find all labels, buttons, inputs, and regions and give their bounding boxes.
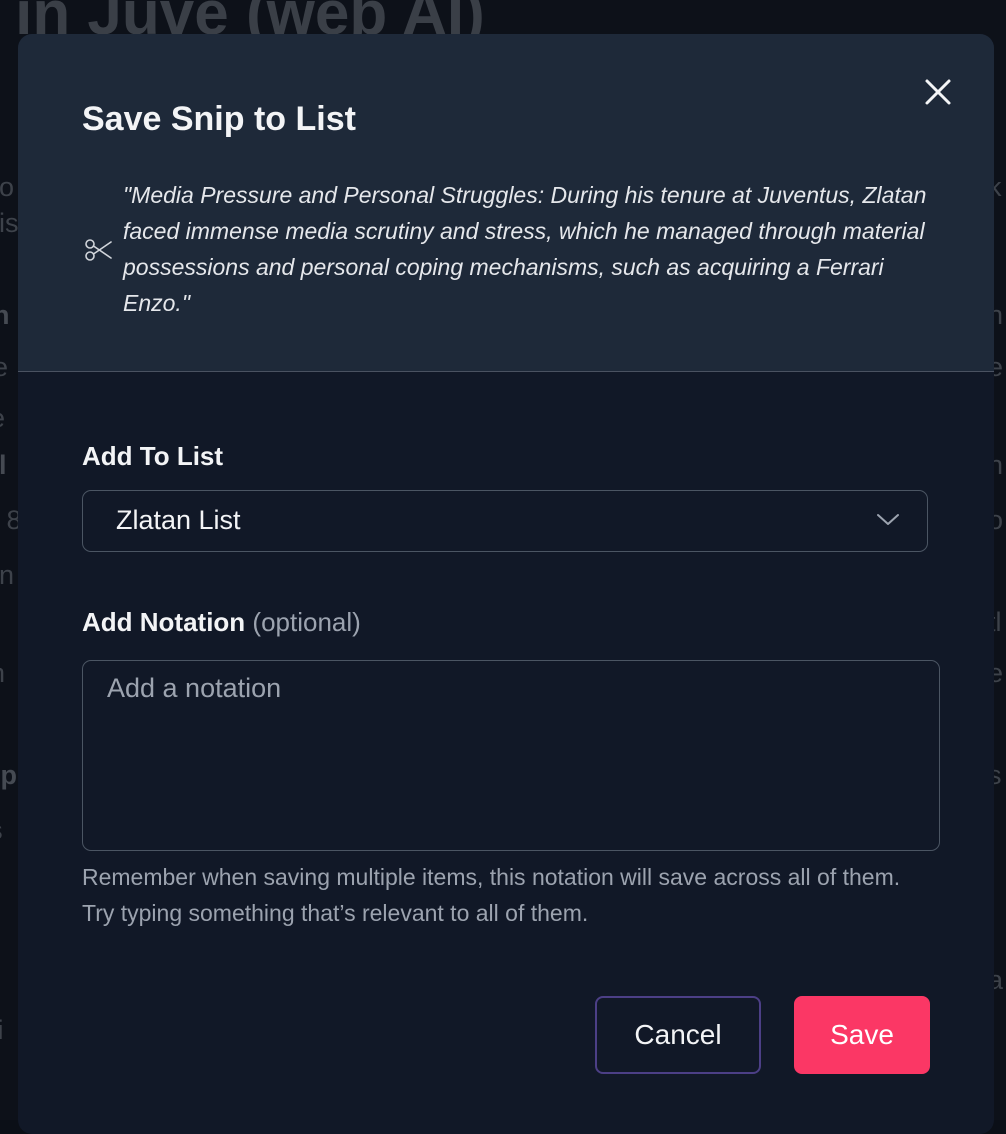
modal-header: Save Snip to List "Media Pressure and Pe…: [18, 34, 994, 372]
background-text-fragment: yl: [0, 450, 7, 480]
notation-field[interactable]: [82, 660, 940, 851]
background-text-fragment: on: [0, 560, 15, 590]
add-notation-label: Add Notation (optional): [82, 607, 361, 638]
background-text-fragment: in: [0, 658, 5, 689]
background-text-fragment: th: [0, 300, 10, 330]
notation-helper-text: Remember when saving multiple items, thi…: [82, 864, 901, 926]
background-text-fragment: his: [0, 208, 19, 238]
snip-quote: "Media Pressure and Personal Struggles: …: [123, 182, 927, 316]
modal-title: Save Snip to List: [82, 100, 356, 138]
background-text-fragment: 's: [0, 815, 3, 846]
background-text-fragment: le: [0, 403, 5, 434]
list-select[interactable]: Zlatan List: [82, 490, 928, 552]
background-text-fragment: o: [0, 607, 1, 638]
save-snip-modal: Save Snip to List "Media Pressure and Pe…: [18, 34, 994, 1134]
add-to-list-label: Add To List: [82, 441, 224, 471]
list-select-value: Zlatan List: [116, 505, 241, 535]
optional-hint: (optional): [252, 607, 361, 637]
background-text-fragment: yi: [0, 1015, 4, 1045]
close-icon: [925, 79, 951, 105]
scissors-icon: [85, 239, 112, 261]
close-button[interactable]: [918, 72, 958, 112]
background-text-fragment: np: [0, 760, 17, 790]
background-text-fragment: re: [0, 352, 9, 382]
save-button[interactable]: Save: [794, 996, 930, 1074]
cancel-button[interactable]: Cancel: [595, 996, 761, 1074]
add-notation-label-text: Add Notation: [82, 607, 246, 637]
background-text-fragment: no: [0, 172, 15, 202]
chevron-down-icon: [877, 514, 899, 525]
